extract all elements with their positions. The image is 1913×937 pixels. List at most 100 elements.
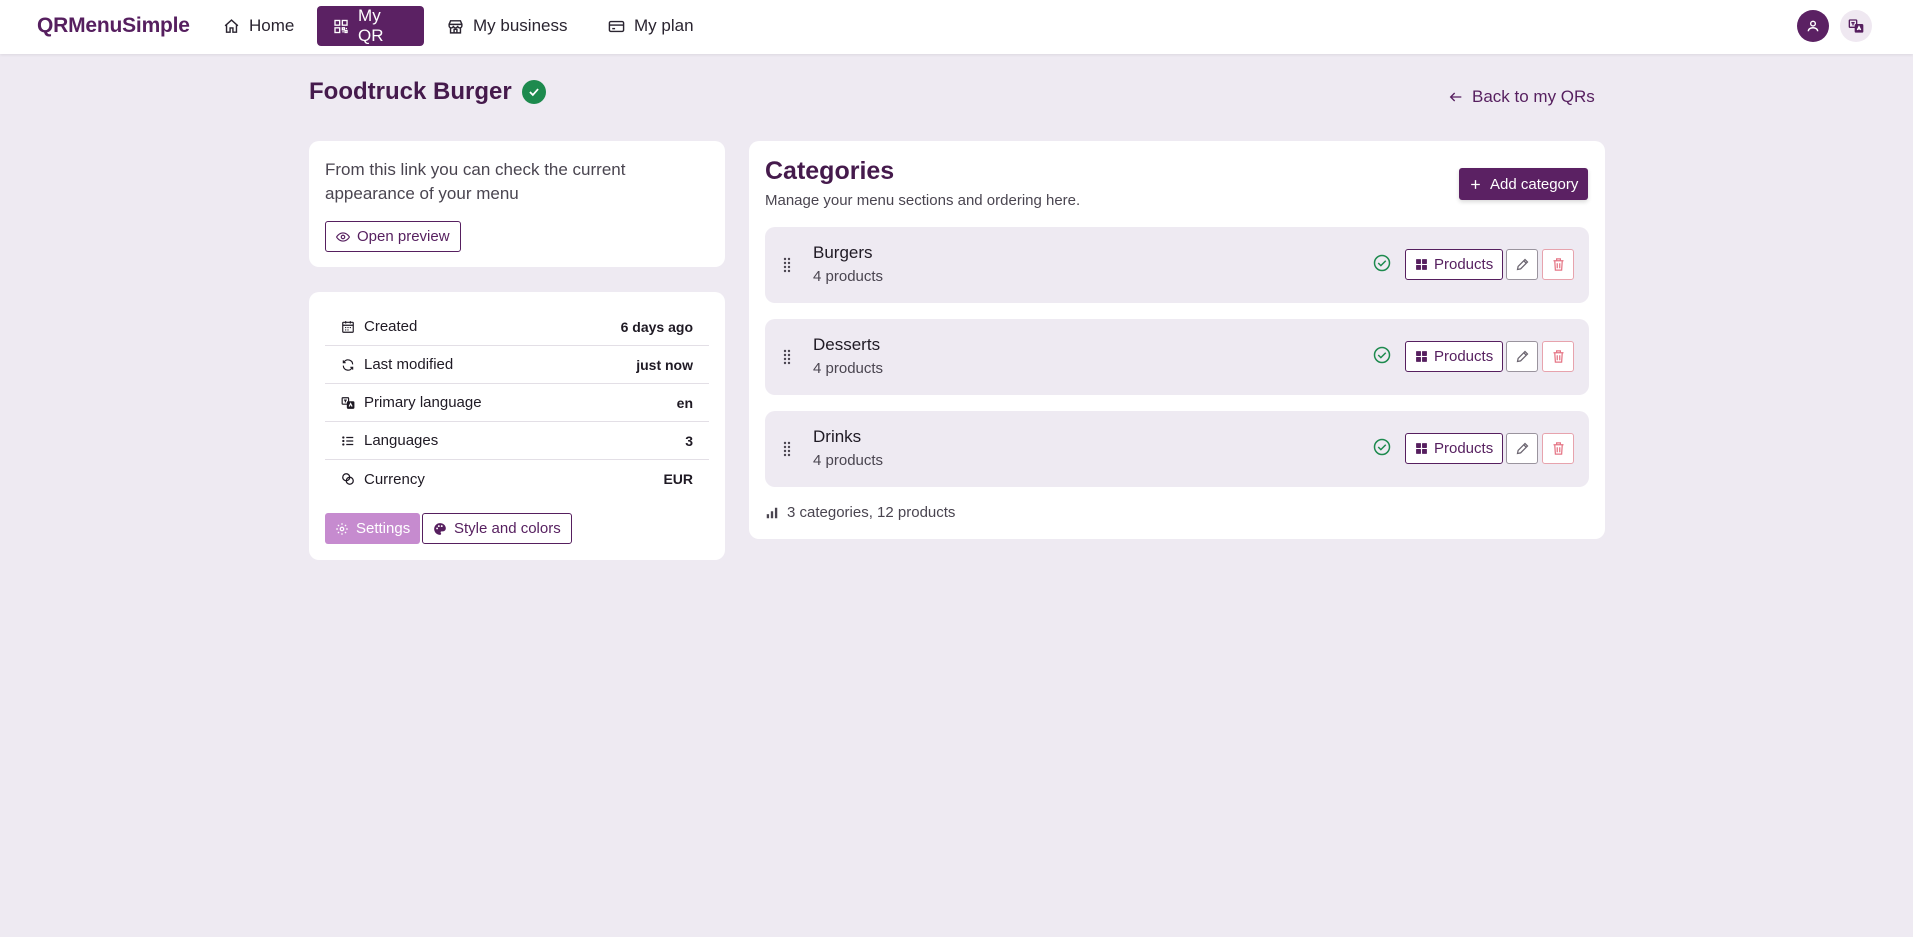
grid-icon (1416, 259, 1427, 270)
calendar-icon (342, 320, 354, 333)
user-avatar-button[interactable] (1797, 10, 1829, 42)
preview-description: From this link you can check the current… (325, 160, 626, 203)
info-row-primary-language: Primary language en (325, 384, 709, 422)
nav-my-qr[interactable]: My QR (317, 6, 424, 46)
nav-my-business[interactable]: My business (431, 6, 583, 46)
products-button[interactable]: Products (1405, 433, 1504, 464)
settings-label: Settings (356, 520, 411, 537)
info-value: 6 days ago (620, 318, 693, 335)
info-row-currency: Currency EUR (325, 460, 709, 498)
nav-my-business-label: My business (473, 16, 568, 35)
pencil-icon (1516, 350, 1528, 363)
info-label: Currency (364, 470, 425, 488)
refresh-icon (342, 358, 354, 371)
style-and-colors-label: Style and colors (454, 520, 561, 537)
info-value: EUR (663, 471, 693, 487)
add-category-label: Add category (1490, 175, 1579, 193)
products-label: Products (1434, 256, 1494, 273)
category-name: Desserts (813, 335, 881, 354)
info-value: just now (636, 356, 693, 373)
arrow-left-icon (1449, 92, 1462, 102)
nav-my-qr-label: My QR (358, 6, 384, 45)
add-category-button[interactable]: Add category (1459, 168, 1589, 200)
info-label: Languages (364, 432, 439, 449)
trash-icon (1553, 442, 1563, 455)
qr-info-card: Created 6 days ago Last modified just no… (309, 292, 725, 560)
palette-icon (434, 522, 446, 535)
category-row-drinks[interactable]: Drinks 4 products Products (765, 411, 1589, 487)
drag-handle-icon[interactable] (783, 441, 791, 457)
categories-summary: 3 categories, 12 products (765, 504, 955, 521)
delete-category-button[interactable] (1542, 249, 1574, 280)
style-and-colors-button[interactable]: Style and colors (422, 513, 572, 544)
info-label: Created (364, 318, 418, 335)
plus-icon (1471, 179, 1480, 189)
info-row-languages: Languages 3 (325, 422, 709, 460)
trash-icon (1553, 350, 1563, 363)
info-row-created: Created 6 days ago (325, 308, 709, 346)
edit-category-button[interactable] (1506, 433, 1538, 464)
nav-my-plan-label: My plan (634, 16, 694, 35)
delete-category-button[interactable] (1542, 433, 1574, 464)
categories-title: Categories (765, 157, 895, 185)
edit-category-button[interactable] (1506, 341, 1538, 372)
products-button[interactable]: Products (1405, 249, 1504, 280)
bar-chart-icon (766, 507, 778, 518)
store-icon (448, 19, 463, 34)
edit-category-button[interactable] (1506, 249, 1538, 280)
products-label: Products (1434, 348, 1494, 365)
back-link-label: Back to my QRs (1472, 87, 1595, 106)
gear-icon (336, 522, 348, 535)
category-product-count: 4 products (813, 268, 884, 285)
grid-icon (1416, 443, 1427, 454)
products-label: Products (1434, 440, 1494, 457)
info-row-last-modified: Last modified just now (325, 346, 709, 384)
info-value: 3 (685, 432, 693, 449)
qr-icon (334, 19, 348, 33)
info-value: en (676, 394, 693, 411)
delete-category-button[interactable] (1542, 341, 1574, 372)
nav-home[interactable]: Home (207, 6, 310, 46)
pencil-icon (1516, 258, 1528, 271)
language-switch-button[interactable] (1840, 10, 1872, 42)
category-product-count: 4 products (813, 360, 884, 377)
category-name: Drinks (813, 427, 862, 446)
user-icon (1807, 20, 1819, 32)
page-title: Foodtruck Burger (309, 78, 546, 106)
categories-card: Categories Manage your menu sections and… (749, 141, 1605, 539)
categories-subtitle: Manage your menu sections and ordering h… (765, 192, 1081, 209)
back-to-my-qrs-link[interactable]: Back to my QRs (1448, 87, 1595, 107)
credit-card-icon (608, 20, 625, 32)
top-navbar: QRMenuSimple Home My QR My business My p… (0, 0, 1913, 54)
list-icon (342, 435, 354, 446)
translate-icon (341, 396, 355, 409)
info-label: Last modified (364, 356, 454, 373)
categories-summary-text: 3 categories, 12 products (787, 504, 956, 521)
nav-my-plan[interactable]: My plan (592, 6, 710, 46)
active-check-icon (1373, 438, 1391, 456)
grid-icon (1416, 351, 1427, 362)
products-button[interactable]: Products (1405, 341, 1504, 372)
open-preview-label: Open preview (357, 228, 450, 245)
category-row-burgers[interactable]: Burgers 4 products Products (765, 227, 1589, 303)
active-check-icon (1373, 254, 1391, 272)
category-row-desserts[interactable]: Desserts 4 products Products (765, 319, 1589, 395)
trash-icon (1553, 258, 1563, 271)
drag-handle-icon[interactable] (783, 257, 791, 273)
brand-logo[interactable]: QRMenuSimple (37, 14, 190, 38)
active-check-icon (1373, 346, 1391, 364)
coins-icon (342, 473, 354, 485)
home-icon (224, 18, 239, 33)
settings-button[interactable]: Settings (325, 513, 421, 544)
category-name: Burgers (813, 243, 873, 262)
open-preview-button[interactable]: Open preview (325, 221, 461, 252)
verified-check-icon (521, 80, 546, 104)
info-label: Primary language (364, 394, 482, 411)
nav-home-label: Home (249, 16, 295, 35)
preview-card: From this link you can check the current… (309, 141, 725, 267)
eye-icon (336, 231, 350, 242)
translate-icon (1848, 19, 1864, 33)
pencil-icon (1516, 442, 1528, 455)
category-product-count: 4 products (813, 452, 884, 469)
drag-handle-icon[interactable] (783, 349, 791, 365)
